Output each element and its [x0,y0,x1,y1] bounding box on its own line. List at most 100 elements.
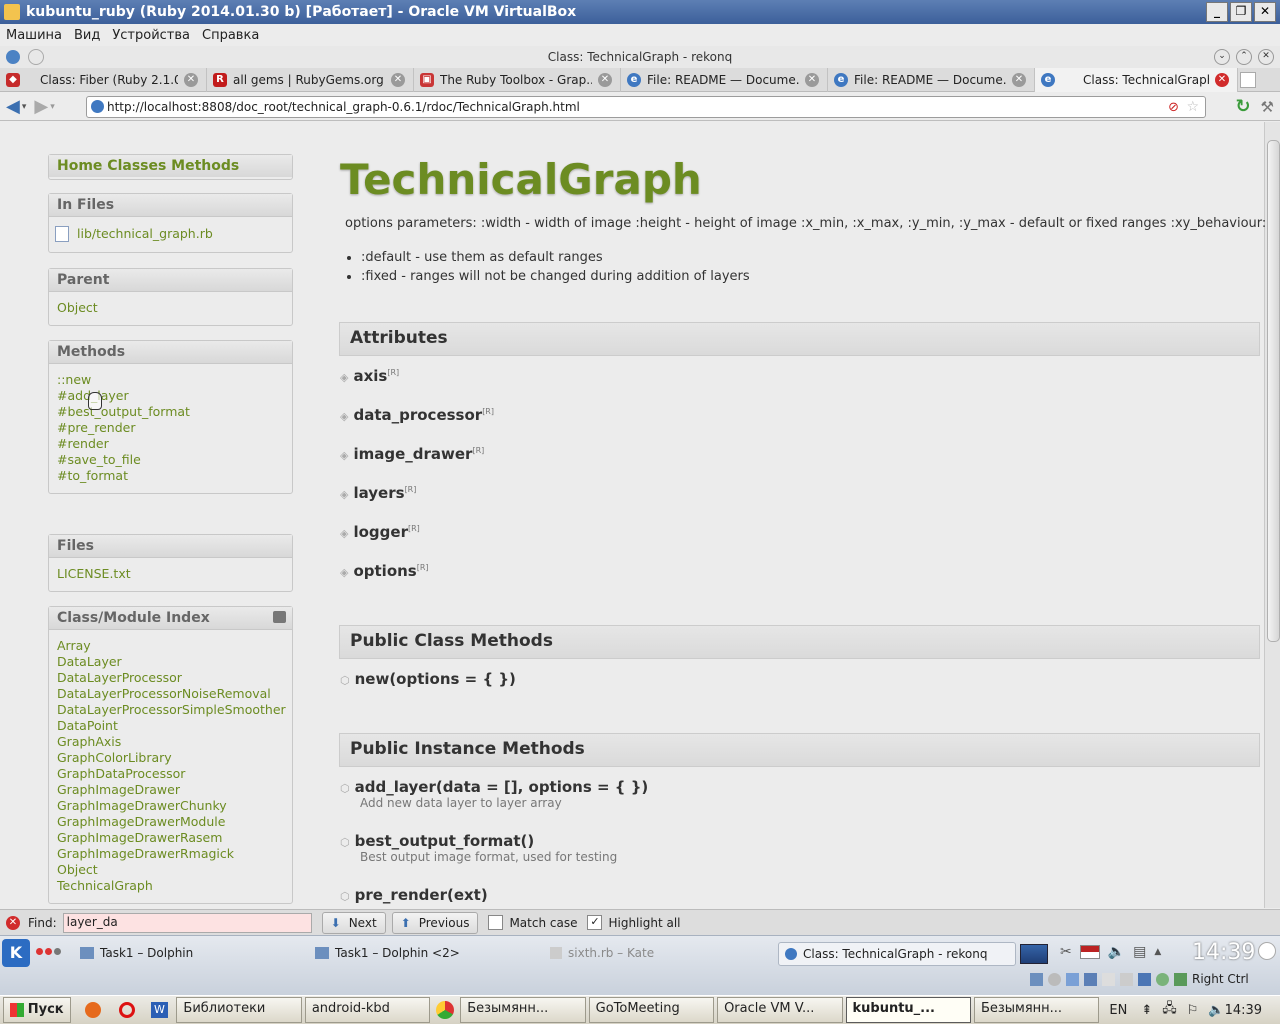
tab-close-icon[interactable]: ✕ [391,72,405,87]
class-link[interactable]: GraphImageDrawer [49,782,292,798]
parent-link[interactable]: Object [49,300,292,316]
language-indicator[interactable]: EN [1109,1003,1127,1018]
instance-method-item[interactable]: ⬡ best_output_format() Best output image f… [340,832,617,864]
word-icon[interactable]: W [150,1002,169,1018]
close-icon[interactable]: ✕ [1258,49,1274,65]
volume-tray-icon[interactable]: 🔈 [1208,1003,1224,1018]
in-file-link[interactable]: lib/technical_graph.rb [69,226,213,242]
class-link[interactable]: Array [49,638,292,654]
tools-icon[interactable]: ⚒ [1261,98,1274,116]
task-kubuntu[interactable]: kubuntu_... [845,997,971,1023]
find-input[interactable]: layer_da [62,912,312,933]
instance-method-item[interactable]: ⬡ add_layer(data = [], options = { }) Add … [340,778,648,810]
class-link[interactable]: GraphColorLibrary [49,750,292,766]
find-next-button[interactable]: ⬇ Next [321,911,386,934]
tab-close-icon[interactable]: ✕ [805,72,819,87]
class-link[interactable]: GraphImageDrawerChunky [49,798,292,814]
class-link[interactable]: DataLayerProcessor [49,670,292,686]
instance-method-item[interactable]: ⬡ pre_render(ext) [340,886,488,904]
class-link[interactable]: DataLayer [49,654,292,670]
kde-task-dolphin-2[interactable]: Task1 – Dolphin <2> [315,942,460,964]
cd-icon[interactable] [1048,972,1061,986]
vertical-scrollbar[interactable] [1264,122,1280,908]
class-link[interactable]: Object [49,862,292,878]
tab-fiber[interactable]: ◆ Class: Fiber (Ruby 2.1.0) ✕ [0,67,207,92]
new-tab-icon[interactable] [1240,71,1256,88]
forward-icon[interactable]: ▶ [34,96,48,117]
class-link[interactable]: GraphImageDrawerRasem [49,830,292,846]
attribute-item[interactable]: ◈ axis[R] [340,367,399,385]
file-link[interactable]: LICENSE.txt [49,566,292,582]
kde-task-dolphin[interactable]: Task1 – Dolphin [80,942,193,964]
method-link[interactable]: #save_to_file [49,452,292,468]
activity-dots[interactable] [36,948,61,955]
method-link[interactable]: ::new [49,372,292,388]
task-gotomeeting[interactable]: GoToMeeting [588,997,715,1023]
class-link[interactable]: DataLayerProcessorNoiseRemoval [49,686,292,702]
firefox-icon[interactable] [84,1002,101,1018]
menu-help[interactable]: Справка [202,28,259,43]
find-previous-button[interactable]: ⬆ Previous [391,911,479,934]
attribute-item[interactable]: ◈ options[R] [340,562,429,580]
tab-rubygems[interactable]: R all gems | RubyGems.org ... ✕ [207,67,414,92]
capture-icon[interactable] [1138,972,1151,986]
maximize-button[interactable]: ❐ [1230,2,1252,22]
search-toggle-icon[interactable] [273,611,286,623]
menu-view[interactable]: Вид [74,28,100,43]
tab-readme-2[interactable]: e File: README — Docume... ✕ [828,67,1035,92]
mouse-integration-icon[interactable] [1156,972,1169,986]
start-button[interactable]: Пуск [3,997,71,1023]
url-field[interactable]: http://localhost:8808/doc_root/technical… [86,96,1206,118]
usb-icon[interactable] [1066,972,1079,986]
flag-tray-icon[interactable]: ⚐ [1187,1003,1199,1018]
scrollbar-thumb[interactable] [1267,140,1280,642]
kde-menu-icon[interactable]: K [2,939,30,967]
tab-ruby-toolbox[interactable]: ▣ The Ruby Toolbox - Grap... ✕ [414,67,621,92]
attribute-item[interactable]: ◈ logger[R] [340,523,420,541]
class-method-item[interactable]: ⬡ new(options = { }) [340,670,516,688]
bookmark-star-icon[interactable]: ☆ [1186,97,1199,117]
tab-close-icon[interactable]: ✕ [1215,72,1229,87]
scissors-icon[interactable]: ✂ [1060,944,1072,960]
attribute-item[interactable]: ◈ data_processor[R] [340,406,494,424]
method-link[interactable]: #add_layer [49,388,292,404]
home-links[interactable]: Home Classes Methods [49,155,292,177]
minimize-chevron-icon[interactable]: ⌄ [1214,49,1230,65]
network-icon[interactable] [1084,972,1097,986]
close-find-icon[interactable]: ✕ [6,915,20,930]
us-flag-icon[interactable] [1079,945,1100,959]
back-icon[interactable]: ◀ [6,96,20,117]
stop-icon[interactable]: ⊘ [1168,98,1179,118]
tab-close-icon[interactable]: ✕ [184,72,198,87]
attribute-item[interactable]: ◈ image_drawer[R] [340,445,484,463]
method-link[interactable]: #to_format [49,468,292,484]
opera-icon[interactable] [118,1002,135,1018]
highlight-all-checkbox[interactable]: ✓ [587,915,603,930]
class-link[interactable]: GraphImageDrawerRmagick [49,846,292,862]
class-link[interactable]: GraphDataProcessor [49,766,292,782]
maximize-chevron-icon[interactable]: ⌃ [1236,49,1252,65]
menu-devices[interactable]: Устройства [112,28,190,43]
tab-readme-1[interactable]: e File: README — Docume... ✕ [621,67,828,92]
back-menu-chevron-icon[interactable]: ▾ [22,102,27,112]
shared-folder-icon[interactable] [1102,972,1115,986]
class-link[interactable]: GraphAxis [49,734,292,750]
tray-arrow-icon[interactable]: ⇞ [1141,1003,1152,1018]
notes-icon[interactable]: ▤ [1133,944,1146,960]
chrome-icon[interactable] [436,1001,455,1019]
task-untitled-2[interactable]: Безымянн... [973,997,1100,1023]
tab-technicalgraph[interactable]: e Class: TechnicalGraph ✕ [1035,67,1238,92]
reload-icon[interactable]: ↻ [1235,96,1250,117]
method-link[interactable]: #render [49,436,292,452]
volume-icon[interactable]: 🔈 [1108,944,1125,960]
tray-expand-icon[interactable]: ▲ [1154,947,1161,957]
cashew-icon[interactable] [1258,942,1276,960]
class-link[interactable]: DataLayerProcessorSimpleSmoother [49,702,292,718]
task-android-kbd[interactable]: android-kbd [304,997,431,1023]
method-link[interactable]: #best_output_format [49,404,292,420]
hdd-icon[interactable] [1030,972,1043,986]
pin-icon[interactable] [28,49,44,65]
class-link[interactable]: GraphImageDrawerModule [49,814,292,830]
menu-machine[interactable]: Машина [6,28,62,43]
minimize-button[interactable]: _ [1206,2,1228,22]
